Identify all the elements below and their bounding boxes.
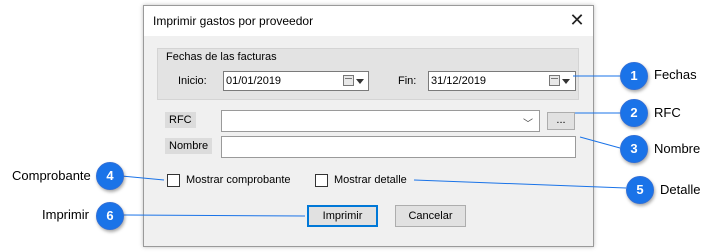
callout-label-detalle: Detalle xyxy=(660,182,701,197)
callout-badge-3: 3 xyxy=(620,135,648,163)
callout-badge-4: 4 xyxy=(96,162,124,190)
callout-line-3 xyxy=(579,136,621,149)
callout-label-comprobante: Comprobante xyxy=(12,168,91,183)
callout-badge-2: 2 xyxy=(620,99,648,127)
callout-badge-1: 1 xyxy=(620,62,648,90)
callout-line-5 xyxy=(413,179,627,189)
callout-line-6 xyxy=(121,214,306,217)
callout-label-rfc: RFC xyxy=(654,105,681,120)
callout-badge-5: 5 xyxy=(626,176,654,204)
callout-badge-6: 6 xyxy=(96,202,124,230)
callout-line-4 xyxy=(121,175,165,181)
callout-label-nombre: Nombre xyxy=(654,141,701,156)
callout-label-imprimir: Imprimir xyxy=(42,207,89,222)
callout-label-fechas: Fechas xyxy=(654,67,697,82)
